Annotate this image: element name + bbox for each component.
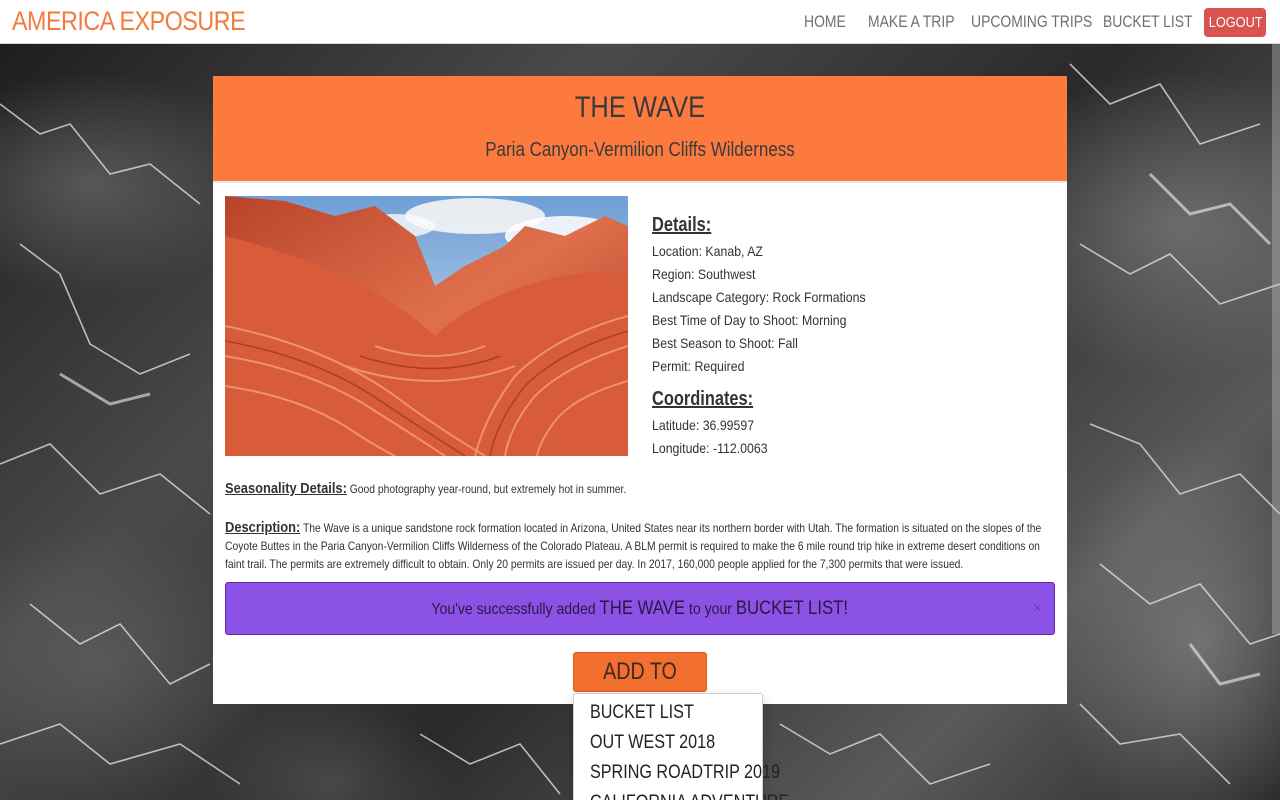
details-panel: Details: Location: Kanab, AZ Region: Sou… [652, 210, 1052, 460]
alert-message: You've successfully added THE WAVE to yo… [432, 583, 849, 636]
page-scrollbar[interactable] [1272, 44, 1280, 634]
add-to-trip-button[interactable]: ADD TO TRIP▾ [573, 652, 707, 754]
nav-upcoming-trips[interactable]: UPCOMING TRIPS [971, 12, 1092, 32]
alert-middle: to your [689, 601, 733, 618]
location-photo [225, 196, 628, 456]
alert-close-icon[interactable]: × [1033, 583, 1042, 635]
card-header: THE WAVE Paria Canyon-Vermilion Cliffs W… [213, 76, 1067, 183]
description-text: The Wave is a unique sandstone rock form… [225, 521, 1042, 571]
nav-make-a-trip[interactable]: MAKE A TRIP [868, 12, 955, 32]
dropdown-item-bucket-list[interactable]: BUCKET LIST [590, 702, 694, 724]
detail-best-season: Best Season to Shoot: Fall [652, 335, 798, 351]
detail-location: Location: Kanab, AZ [652, 243, 763, 259]
page-subtitle: Paria Canyon-Vermilion Cliffs Wilderness [485, 139, 795, 161]
alert-place: THE WAVE [599, 598, 686, 619]
logout-button[interactable]: LOGOUT [1204, 8, 1266, 37]
dropdown-item-out-west-2018[interactable]: OUT WEST 2018 [590, 732, 715, 754]
coordinate-latitude: Latitude: 36.99597 [652, 417, 755, 433]
page-title: THE WAVE [574, 91, 706, 124]
trip-dropdown-menu: BUCKET LIST OUT WEST 2018 SPRING ROADTRI… [573, 693, 789, 800]
detail-landscape-category: Landscape Category: Rock Formations [652, 289, 866, 305]
coordinates-heading: Coordinates: [652, 388, 754, 410]
alert-prefix: You've successfully added [431, 601, 596, 618]
seasonality-section: Seasonality Details: Good photography ye… [225, 480, 1055, 498]
dropdown-item-spring-roadtrip-2019[interactable]: SPRING ROADTRIP 2019 [590, 762, 780, 784]
alert-list: BUCKET LIST! [736, 598, 849, 619]
success-alert: You've successfully added THE WAVE to yo… [225, 582, 1055, 635]
description-label: Description: [225, 519, 301, 536]
detail-permit: Permit: Required [652, 358, 745, 374]
detail-best-time: Best Time of Day to Shoot: Morning [652, 312, 847, 328]
brand-logo[interactable]: AMERICA EXPOSURE [12, 6, 246, 37]
seasonality-label: Seasonality Details: [225, 480, 347, 497]
details-heading: Details: [652, 214, 712, 236]
coordinate-longitude: Longitude: -112.0063 [652, 440, 768, 456]
dropdown-item-california-adventure[interactable]: CALIFORNIA ADVENTURE [590, 792, 789, 800]
seasonality-text: Good photography year-round, but extreme… [349, 482, 627, 496]
navbar: AMERICA EXPOSURE HOME MAKE A TRIP UPCOMI… [0, 0, 1280, 44]
description-section: Description: The Wave is a unique sandst… [225, 519, 1055, 573]
nav-bucket-list[interactable]: BUCKET LIST [1103, 12, 1193, 32]
logout-label: LOGOUT [1208, 14, 1263, 31]
nav-home[interactable]: HOME [804, 12, 846, 32]
detail-region: Region: Southwest [652, 266, 756, 282]
location-card: THE WAVE Paria Canyon-Vermilion Cliffs W… [213, 76, 1067, 754]
